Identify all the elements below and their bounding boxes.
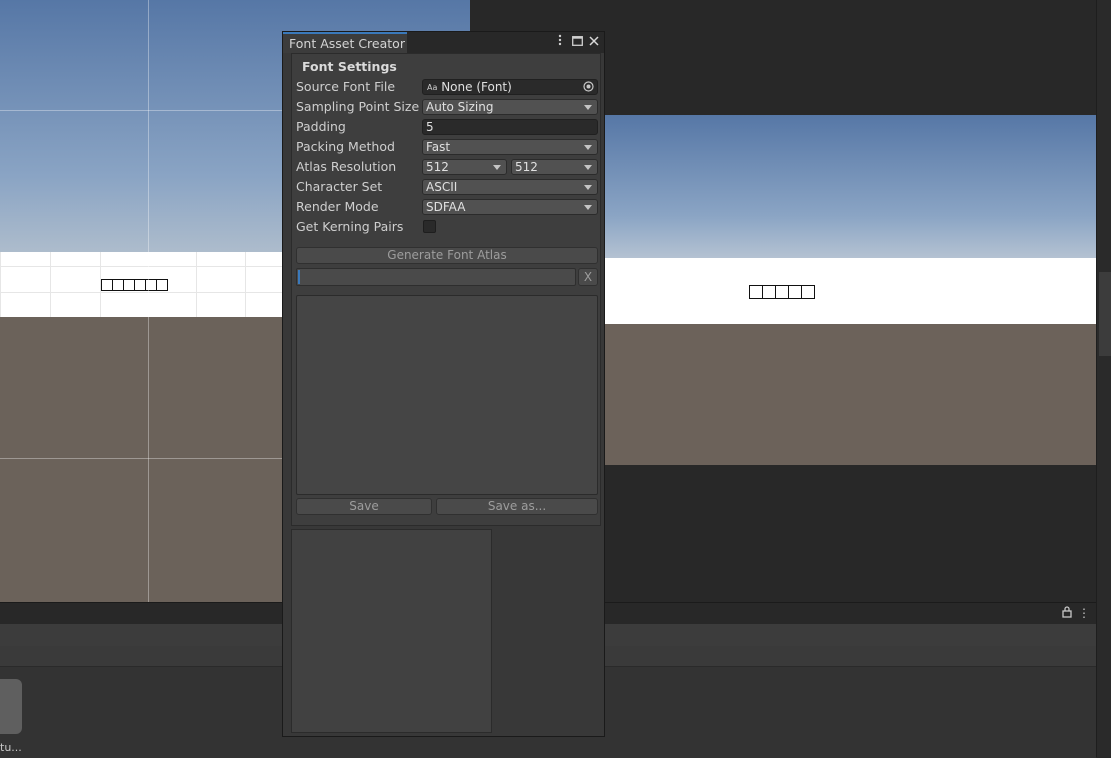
chevron-down-icon	[584, 205, 592, 210]
window-menu-icon[interactable]	[552, 32, 568, 53]
game-view[interactable]	[604, 115, 1096, 465]
lock-icon[interactable]	[1060, 606, 1074, 620]
get-kerning-pairs-checkbox[interactable]	[423, 220, 436, 233]
missing-glyph-box	[762, 285, 776, 299]
asset-label[interactable]: tu...	[0, 741, 22, 754]
plane-grid-line	[50, 252, 51, 317]
chevron-down-icon	[584, 105, 592, 110]
atlas-height-dropdown[interactable]: 512	[511, 159, 598, 175]
close-icon[interactable]	[586, 32, 602, 53]
cancel-generation-button[interactable]: X	[578, 268, 598, 286]
sampling-point-size-label: Sampling Point Size	[296, 99, 420, 114]
game-white-plane	[604, 258, 1096, 324]
missing-glyph-text	[749, 285, 815, 299]
missing-glyph-text	[101, 279, 168, 291]
font-asset-icon: Aa	[427, 83, 438, 92]
asset-thumbnail[interactable]	[0, 679, 22, 734]
font-asset-creator-window: Font Asset Creator Font Settings Source …	[282, 31, 605, 737]
window-titlebar[interactable]: Font Asset Creator	[283, 32, 604, 53]
chevron-down-icon	[584, 145, 592, 150]
plane-grid-line	[0, 252, 1, 317]
window-body: Font Settings Source Font File Aa None (…	[283, 53, 604, 736]
sampling-point-size-value: Auto Sizing	[426, 100, 494, 114]
packing-method-value: Fast	[426, 140, 451, 154]
character-set-value: ASCII	[426, 180, 458, 194]
missing-glyph-box	[801, 285, 815, 299]
sampling-point-size-dropdown[interactable]: Auto Sizing	[422, 99, 598, 115]
scene-grid-line	[148, 0, 149, 602]
atlas-resolution-label: Atlas Resolution	[296, 159, 397, 174]
source-font-file-value: None (Font)	[441, 80, 512, 94]
packing-method-label: Packing Method	[296, 139, 395, 154]
padding-input[interactable]: 5	[422, 119, 598, 135]
plane-grid-line	[196, 252, 197, 317]
chevron-down-icon	[584, 185, 592, 190]
render-mode-label: Render Mode	[296, 199, 379, 214]
get-kerning-pairs-label: Get Kerning Pairs	[296, 219, 404, 234]
object-picker-icon[interactable]	[583, 81, 594, 94]
game-skybox	[604, 115, 1096, 258]
inspector-panel-edge	[1096, 0, 1111, 757]
source-font-file-label: Source Font File	[296, 79, 396, 94]
character-set-dropdown[interactable]: ASCII	[422, 179, 598, 195]
generation-progress-bar	[296, 268, 576, 286]
atlas-width-value: 512	[426, 160, 449, 174]
missing-glyph-box	[788, 285, 802, 299]
save-as-button[interactable]: Save as...	[436, 498, 598, 515]
render-mode-value: SDFAA	[426, 200, 466, 214]
inspector-fragment	[1099, 272, 1111, 356]
chevron-down-icon	[584, 165, 592, 170]
generate-font-atlas-button[interactable]: Generate Font Atlas	[296, 247, 598, 264]
window-tab[interactable]: Font Asset Creator	[283, 32, 407, 53]
atlas-width-dropdown[interactable]: 512	[422, 159, 507, 175]
section-header: Font Settings	[302, 59, 397, 74]
panel-menu-icon[interactable]: ⋮	[1078, 605, 1090, 621]
plane-grid-line	[245, 252, 246, 317]
missing-glyph-box	[749, 285, 763, 299]
progress-fill	[298, 270, 300, 284]
character-set-label: Character Set	[296, 179, 383, 194]
atlas-height-value: 512	[515, 160, 538, 174]
save-button[interactable]: Save	[296, 498, 432, 515]
missing-glyph-box	[156, 279, 168, 291]
source-font-file-field[interactable]: Aa None (Font)	[422, 79, 598, 95]
maximize-icon[interactable]	[569, 32, 585, 53]
game-ground	[604, 324, 1096, 465]
packing-method-dropdown[interactable]: Fast	[422, 139, 598, 155]
atlas-preview-area	[291, 529, 492, 733]
chevron-down-icon	[493, 165, 501, 170]
output-info-area[interactable]	[296, 295, 598, 495]
missing-glyph-box	[775, 285, 789, 299]
padding-label: Padding	[296, 119, 346, 134]
render-mode-dropdown[interactable]: SDFAA	[422, 199, 598, 215]
